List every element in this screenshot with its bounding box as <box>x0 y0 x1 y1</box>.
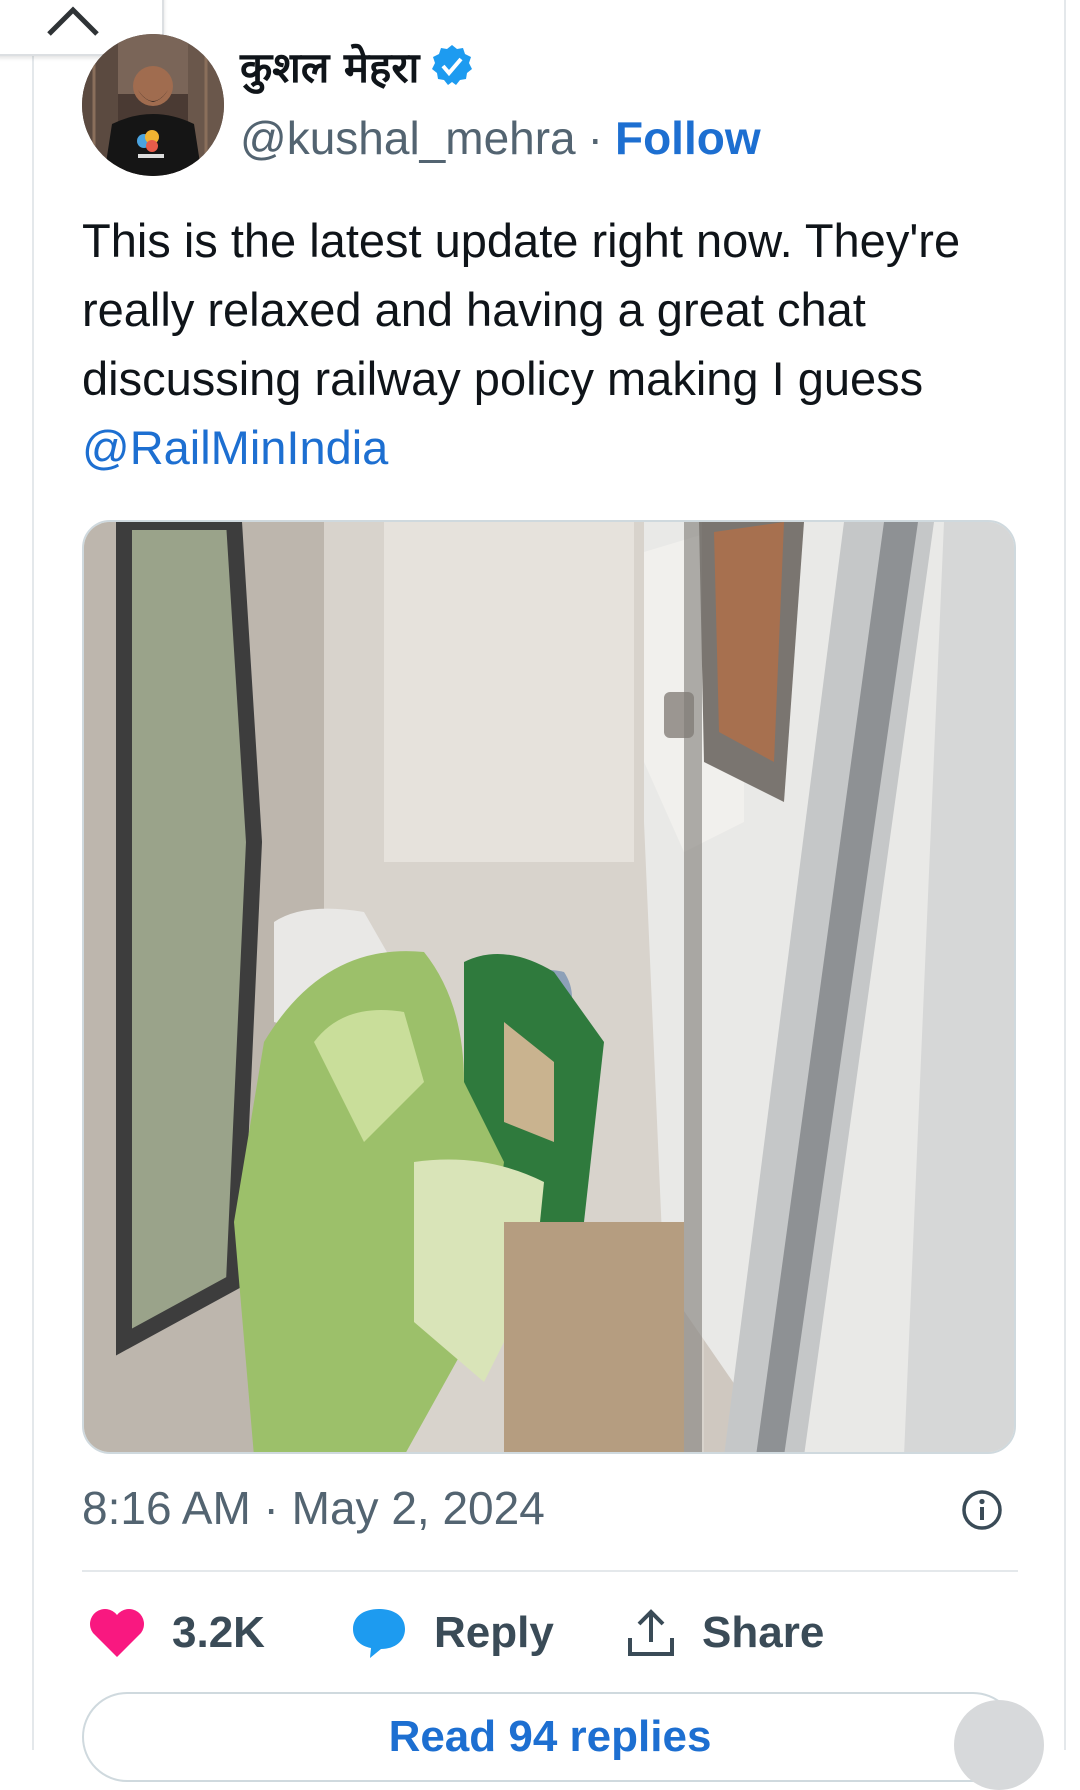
heart-icon <box>90 1609 144 1657</box>
share-button[interactable]: Share <box>626 1598 824 1668</box>
tweet-photo[interactable] <box>82 520 1016 1454</box>
author-handle[interactable]: @kushal_mehra <box>240 111 576 165</box>
read-replies-button[interactable]: Read 94 replies <box>82 1692 1018 1782</box>
author-handle-row: @kushal_mehra · Follow <box>240 108 761 168</box>
reply-button[interactable]: Reply <box>350 1598 554 1668</box>
speech-bubble-icon <box>353 1609 405 1658</box>
mention-link[interactable]: @RailMinIndia <box>82 421 388 474</box>
separator-dot: · <box>587 112 603 164</box>
scroll-to-top-button[interactable] <box>954 1700 1044 1790</box>
chevron-up-icon <box>47 6 99 36</box>
share-upload-icon <box>628 1609 674 1656</box>
divider <box>82 1570 1018 1572</box>
avatar[interactable] <box>82 34 224 176</box>
reply-label: Reply <box>434 1608 554 1657</box>
author-name-row[interactable]: कुशल मेहरा <box>240 36 475 96</box>
author-display-name[interactable]: कुशल मेहरा <box>240 38 419 95</box>
share-label: Share <box>702 1608 825 1657</box>
tweet-body: This is the latest update right now. The… <box>82 214 961 405</box>
follow-button[interactable]: Follow <box>615 111 761 165</box>
tweet-text: This is the latest update right now. The… <box>82 206 1022 482</box>
like-count: 3.2K <box>172 1608 265 1657</box>
info-icon[interactable] <box>960 1488 1004 1532</box>
like-button[interactable]: 3.2K <box>88 1598 265 1668</box>
verified-badge-icon <box>432 45 473 85</box>
tweet-timestamp[interactable]: 8:16 AM · May 2, 2024 <box>82 1478 545 1538</box>
